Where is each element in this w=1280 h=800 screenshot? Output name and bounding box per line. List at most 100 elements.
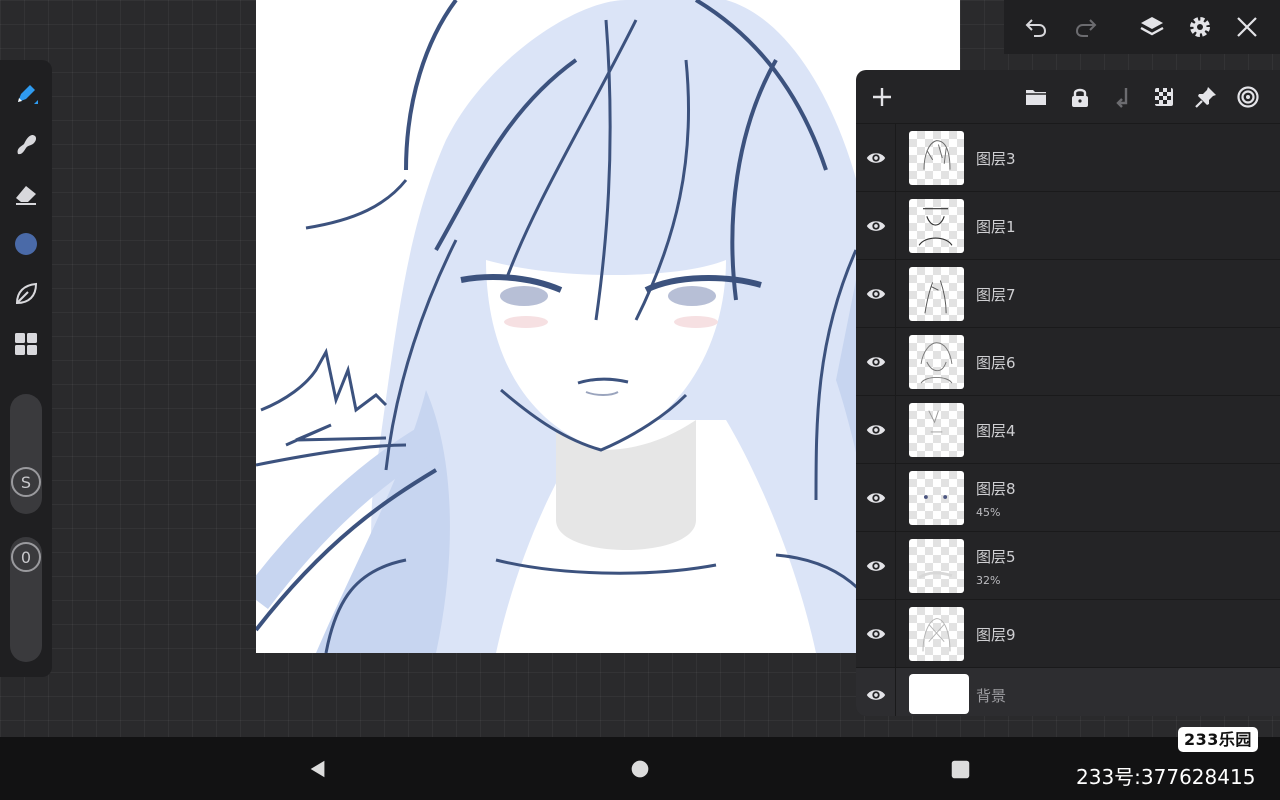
- drawing-canvas[interactable]: [256, 0, 960, 653]
- close-icon: [1237, 17, 1257, 37]
- layer-thumbnail-image: [923, 140, 951, 170]
- layer-thumbnail-image: [928, 410, 943, 433]
- reference-layer-button[interactable]: [1233, 82, 1263, 112]
- layer-row[interactable]: 图层9: [856, 600, 1280, 668]
- left-toolbar: S 0: [0, 60, 52, 677]
- layer-thumbnail: [909, 403, 964, 457]
- undo-button[interactable]: [1019, 10, 1053, 44]
- smudge-tool-button[interactable]: [6, 124, 46, 164]
- layer-opacity: 32%: [976, 574, 1001, 587]
- layers-panel-header: [856, 70, 1280, 124]
- redo-icon: [1075, 19, 1097, 37]
- brush-opacity-knob[interactable]: 0: [11, 542, 41, 572]
- smudge-icon: [17, 135, 37, 155]
- layer-name: 图层6: [976, 354, 1016, 372]
- folder-icon: [1026, 90, 1046, 105]
- layers-icon: [1140, 17, 1164, 36]
- pin-icon: [1195, 87, 1216, 108]
- eye-icon: [866, 560, 885, 571]
- merge-down-icon: [1116, 88, 1128, 108]
- add-layer-icon: [873, 88, 891, 106]
- lock-icon: [1072, 88, 1088, 107]
- layers-panel: 图层3 图层1 图层7 图层6 图层4 图层8 45% 图层5 32% 图层9 背景: [856, 70, 1280, 716]
- eye-icon: [866, 220, 885, 231]
- brush-opacity-slider[interactable]: 0: [10, 537, 42, 662]
- layer-row[interactable]: 背景: [856, 668, 1280, 716]
- layer-row[interactable]: 图层7: [856, 260, 1280, 328]
- layer-row[interactable]: 图层4: [856, 396, 1280, 464]
- layer-visibility-toggle[interactable]: [856, 124, 896, 191]
- transparency-icon: [1155, 88, 1173, 106]
- brush-size-slider[interactable]: S: [10, 394, 42, 514]
- leaf-icon: [15, 282, 38, 305]
- eye-icon: [866, 492, 885, 503]
- current-color-swatch: [15, 233, 37, 255]
- layer-visibility-toggle[interactable]: [856, 396, 896, 463]
- layer-name: 图层7: [976, 286, 1016, 304]
- layer-name: 图层4: [976, 422, 1016, 440]
- layer-thumbnail: [909, 471, 964, 525]
- layer-thumbnail-image: [920, 342, 953, 384]
- layer-row[interactable]: 图层3: [856, 124, 1280, 192]
- layer-thumbnail: [909, 539, 964, 593]
- layer-thumbnail-image: [922, 618, 951, 652]
- brush-tool-button[interactable]: [6, 74, 46, 114]
- top-bar: [1004, 0, 1280, 54]
- grid-tool-button[interactable]: [6, 324, 46, 364]
- transparency-lock-button[interactable]: [1149, 82, 1179, 112]
- layer-visibility-toggle[interactable]: [856, 532, 896, 599]
- layer-name: 图层1: [976, 218, 1016, 236]
- layer-visibility-toggle[interactable]: [856, 192, 896, 259]
- layer-thumbnail-image: [923, 495, 948, 499]
- layer-thumbnail: [909, 131, 964, 185]
- layer-name: 图层3: [976, 150, 1016, 168]
- layer-name: 图层9: [976, 626, 1016, 644]
- lock-layer-button[interactable]: [1065, 82, 1095, 112]
- close-button[interactable]: [1230, 10, 1264, 44]
- recents-button[interactable]: [948, 757, 972, 781]
- eye-icon: [866, 424, 885, 435]
- home-button[interactable]: [628, 757, 652, 781]
- gear-icon: [1190, 17, 1210, 37]
- layer-visibility-toggle[interactable]: [856, 464, 896, 531]
- pin-layer-button[interactable]: [1191, 82, 1221, 112]
- leaf-tool-button[interactable]: [6, 274, 46, 314]
- layer-thumbnail: [909, 674, 969, 714]
- layer-name: 图层8: [976, 480, 1016, 498]
- layer-thumbnail: [909, 335, 964, 389]
- grid-icon: [15, 333, 37, 355]
- layer-visibility-toggle[interactable]: [856, 260, 896, 327]
- layer-visibility-toggle[interactable]: [856, 600, 896, 667]
- layer-name: 图层5: [976, 548, 1016, 566]
- layer-thumbnail: [909, 607, 964, 661]
- layer-thumbnail-image: [918, 571, 953, 579]
- target-icon: [1237, 86, 1259, 108]
- layer-row[interactable]: 图层6: [856, 328, 1280, 396]
- eye-icon: [866, 356, 885, 367]
- layer-row[interactable]: 图层5 32%: [856, 532, 1280, 600]
- back-button[interactable]: [306, 757, 330, 781]
- eye-icon: [866, 288, 885, 299]
- settings-button[interactable]: [1183, 10, 1217, 44]
- eraser-icon: [16, 186, 36, 205]
- layer-group-button[interactable]: [1021, 82, 1051, 112]
- back-icon: [310, 760, 325, 778]
- artwork: [256, 0, 960, 653]
- redo-button[interactable]: [1069, 10, 1103, 44]
- brush-size-knob[interactable]: S: [11, 467, 41, 497]
- add-layer-button[interactable]: [867, 82, 897, 112]
- eraser-tool-button[interactable]: [6, 174, 46, 214]
- layer-visibility-toggle[interactable]: [856, 668, 896, 716]
- layer-row[interactable]: 图层8 45%: [856, 464, 1280, 532]
- layer-opacity: 45%: [976, 506, 1001, 519]
- layer-thumbnail: [909, 199, 964, 253]
- layers-button[interactable]: [1135, 10, 1169, 44]
- color-swatch-button[interactable]: [6, 224, 46, 264]
- eye-icon: [866, 628, 885, 639]
- eye-icon: [866, 152, 885, 163]
- layer-row[interactable]: 图层1: [856, 192, 1280, 260]
- layer-thumbnail-image: [918, 208, 953, 246]
- layer-visibility-toggle[interactable]: [856, 328, 896, 395]
- undo-icon: [1025, 19, 1047, 37]
- merge-down-button[interactable]: [1107, 82, 1137, 112]
